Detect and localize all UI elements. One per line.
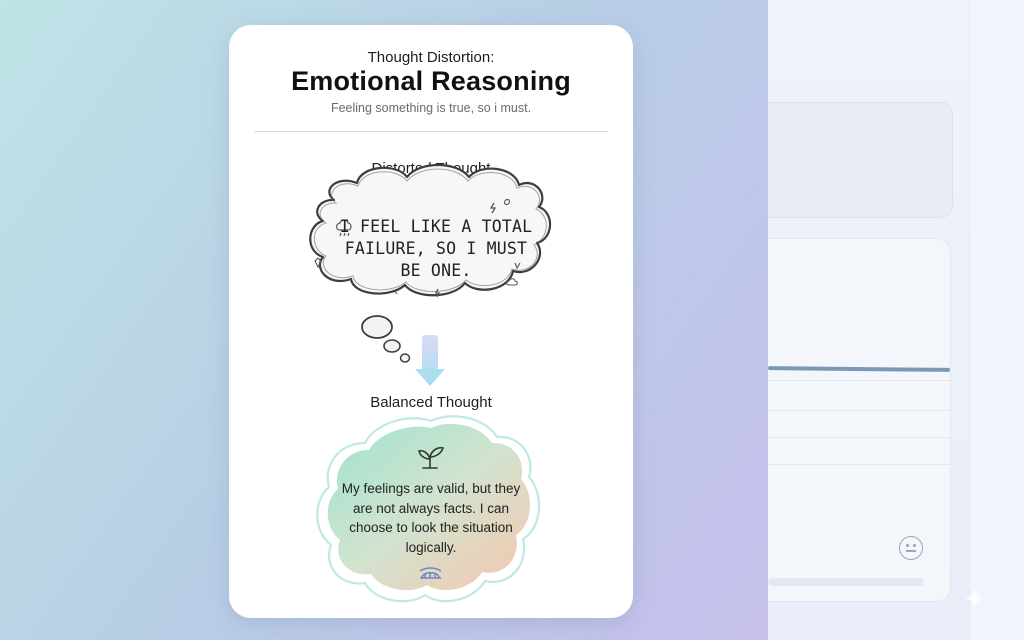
- background-app-panel: [767, 0, 1024, 640]
- neutral-face-icon[interactable]: [899, 536, 923, 560]
- balanced-thought-label: Balanced Thought: [370, 394, 492, 411]
- background-progress-track: [768, 578, 924, 586]
- background-sidebar: [969, 0, 1024, 640]
- background-row-divider: [768, 464, 950, 465]
- sparkle-icon: ✦: [962, 582, 988, 617]
- background-row-divider: [768, 380, 950, 381]
- arrow-down-icon: [415, 335, 445, 386]
- balanced-thought-text: My feelings are valid, but they are not …: [341, 481, 521, 555]
- background-row-divider: [768, 410, 950, 411]
- thought-distortion-card: Thought Distortion: Emotional Reasoning …: [229, 25, 633, 618]
- background-row-divider: [768, 437, 950, 438]
- distorted-thought-text: I FEEL LIKE A TOTAL FAILURE, SO I MUST B…: [339, 217, 533, 280]
- background-card: [768, 102, 953, 218]
- background-chart-card: [768, 238, 951, 602]
